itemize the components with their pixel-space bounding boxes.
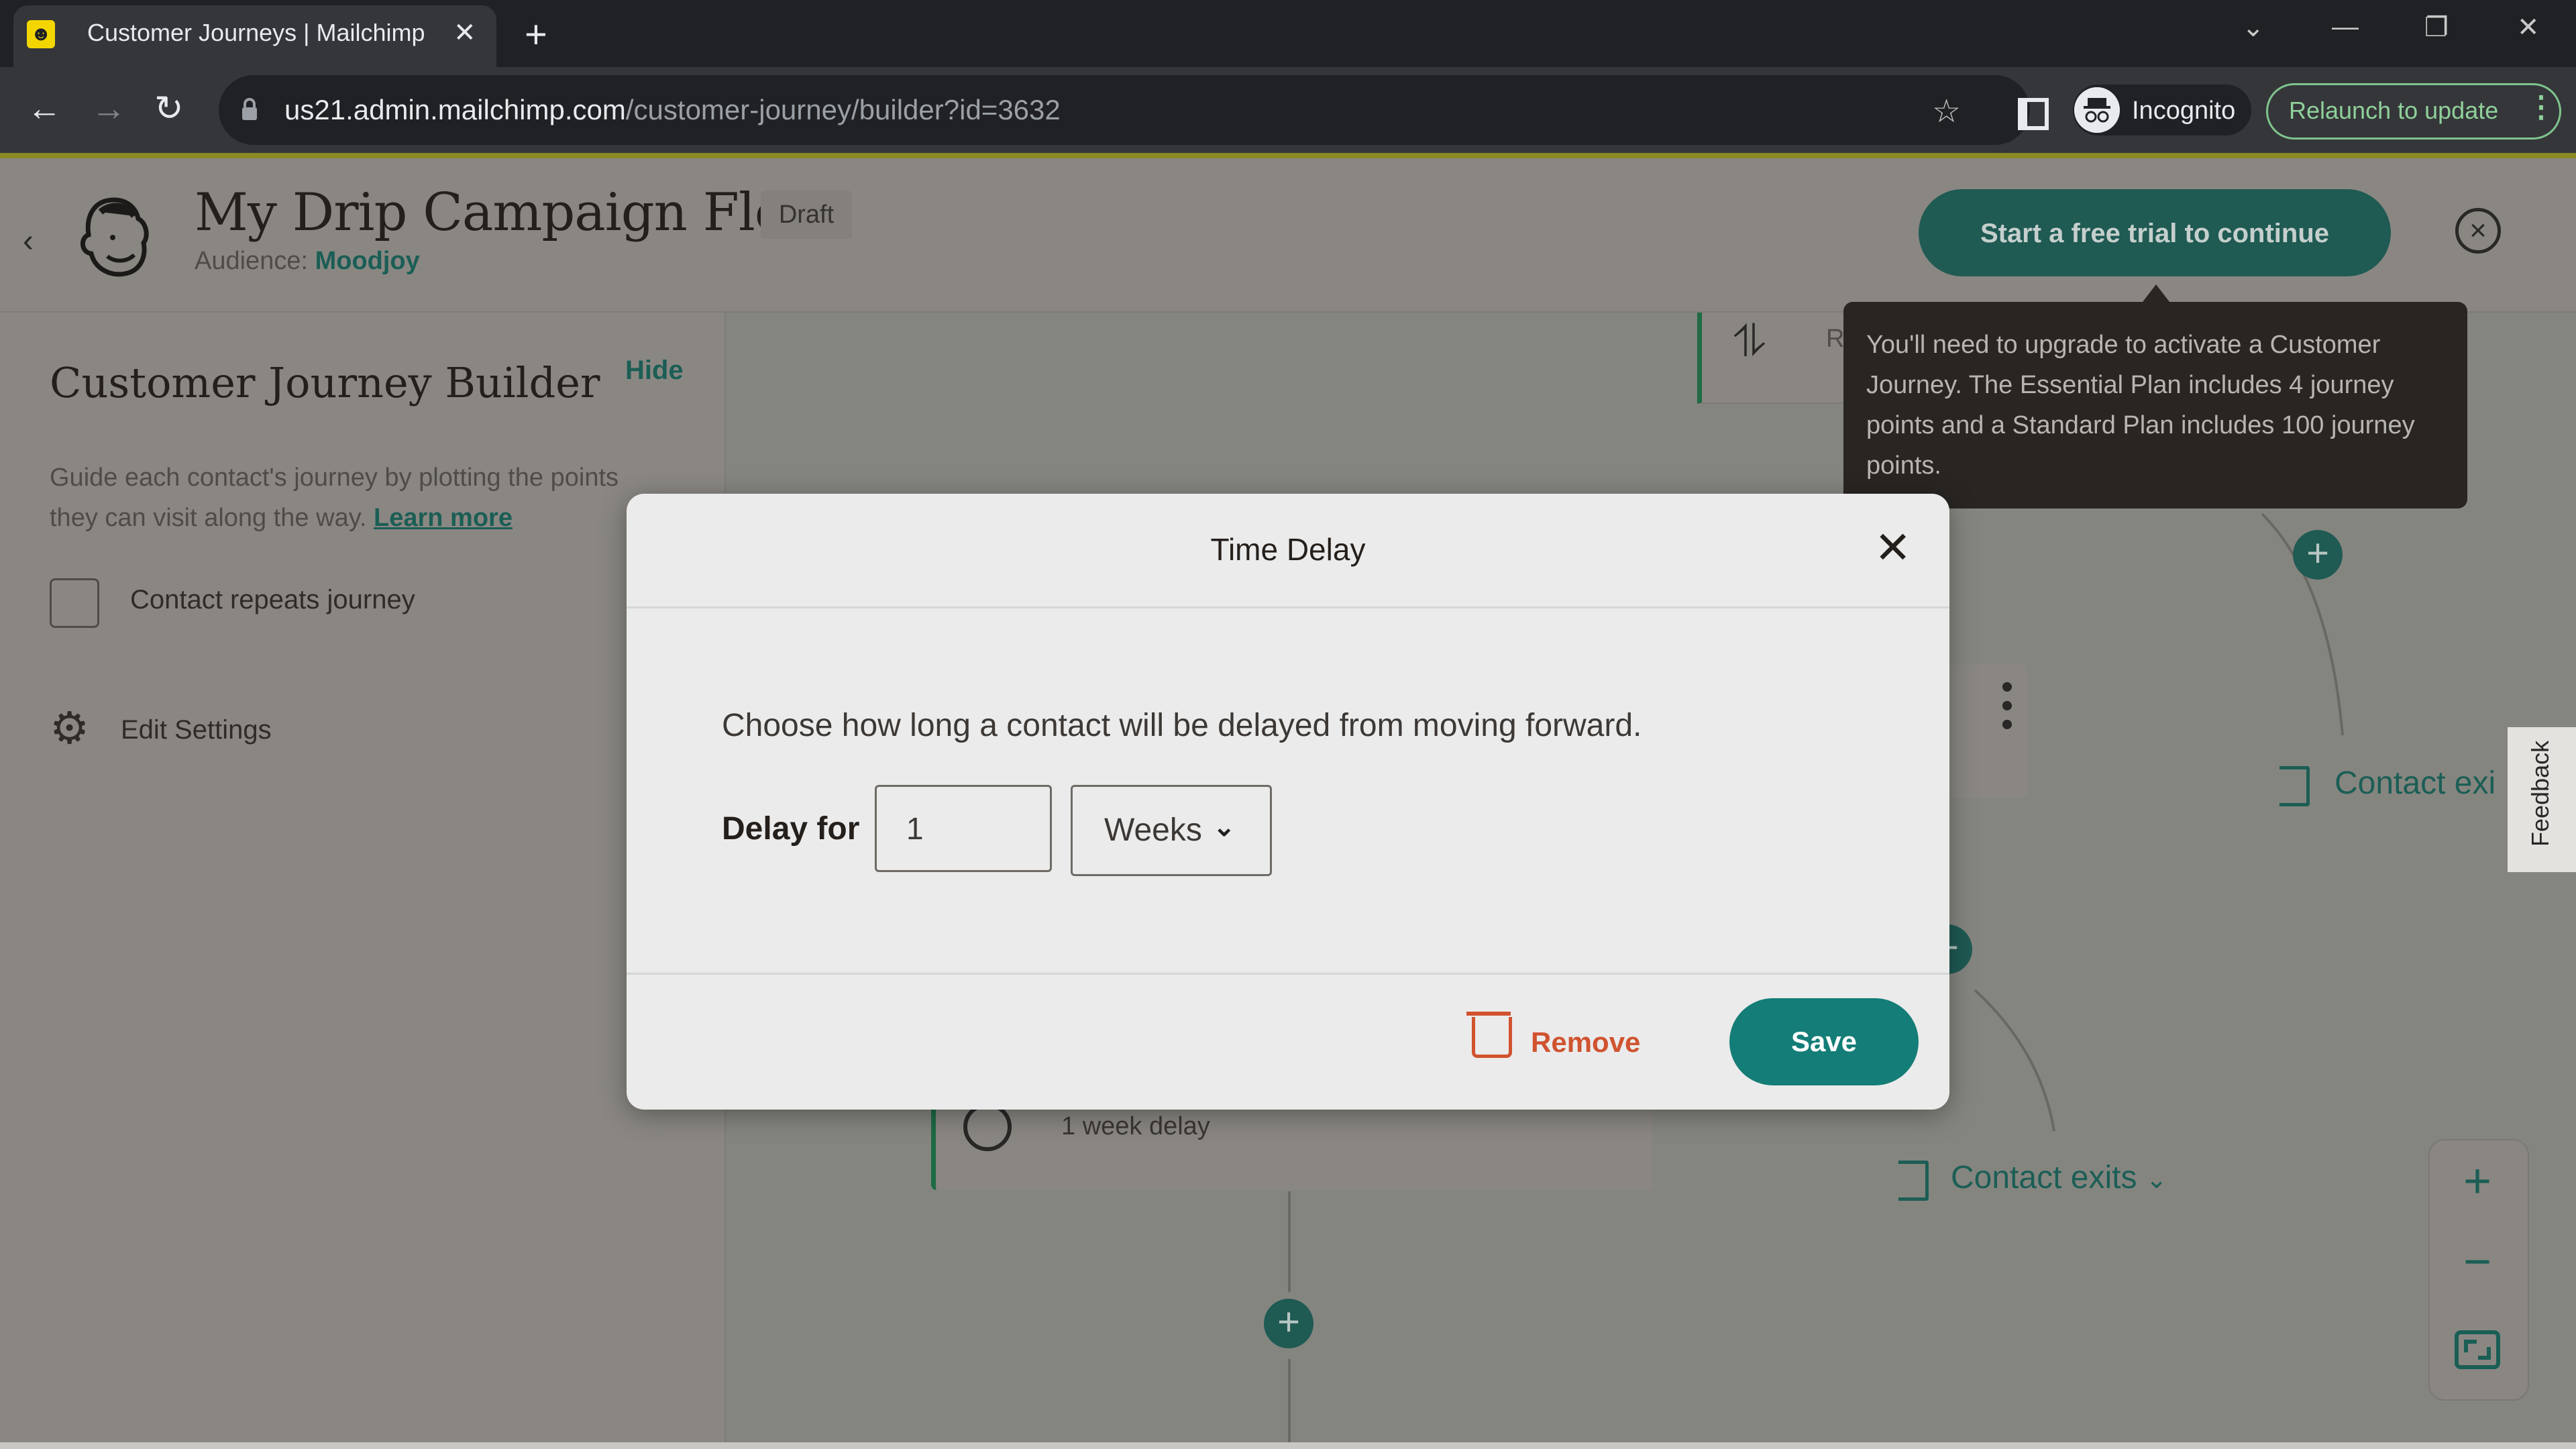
exit-door-icon <box>2279 766 2310 806</box>
learn-more-link[interactable]: Learn more <box>374 504 513 532</box>
tab-search-chevron-icon[interactable]: ⌄ <box>2242 12 2265 43</box>
repeat-journey-checkbox[interactable] <box>50 578 99 628</box>
zoom-in-plus-icon[interactable]: + <box>2428 1154 2526 1209</box>
sidebar-description: Guide each contact's journey by plotting… <box>50 458 653 538</box>
save-button[interactable]: Save <box>1729 998 1919 1085</box>
start-free-trial-button[interactable]: Start a free trial to continue <box>1919 189 2391 276</box>
delay-amount-input[interactable] <box>875 785 1052 872</box>
restore-icon[interactable]: ❐ <box>2424 12 2449 43</box>
chevron-down-icon: ⌄ <box>1213 812 1236 842</box>
trash-icon-lid <box>1466 1012 1511 1016</box>
reload-icon[interactable]: ↻ <box>154 89 184 129</box>
sidebar-description-text: Guide each contact's journey by plotting… <box>50 464 619 532</box>
relaunch-label: Relaunch to update <box>2289 97 2499 124</box>
chevron-down-icon: ⌄ <box>2145 1166 2167 1194</box>
page-title: My Drip Campaign Flow <box>195 182 830 243</box>
audience-line: Audience: Moodjoy <box>195 247 420 276</box>
gear-icon[interactable]: ⚙ <box>50 706 89 750</box>
incognito-label: Incognito <box>2132 97 2236 125</box>
feedback-label: Feedback <box>2526 740 2554 847</box>
fit-to-screen-icon[interactable] <box>2454 1330 2501 1370</box>
status-badge: Draft <box>761 191 852 239</box>
hide-sidebar-link[interactable]: Hide <box>625 356 684 386</box>
new-tab-icon[interactable]: + <box>525 12 547 57</box>
delay-for-label: Delay for <box>722 811 860 847</box>
contact-exits-text: Contact exits <box>1951 1160 2137 1195</box>
kebab-menu-icon[interactable]: ⋮ <box>2526 90 2556 124</box>
repeat-journey-label: Contact repeats journey <box>130 585 415 614</box>
back-arrow-icon[interactable]: ← <box>27 89 62 129</box>
incognito-icon <box>2074 87 2120 133</box>
url-host: us21.admin.mailchimp.com <box>284 94 626 125</box>
side-panel-icon[interactable] <box>2018 98 2049 130</box>
trash-icon[interactable] <box>1472 1017 1512 1058</box>
tooltip-arrow <box>2143 284 2169 302</box>
feedback-tab[interactable]: Feedback <box>2508 727 2576 872</box>
mailchimp-favicon-icon: ☻ <box>27 20 55 48</box>
add-step-plus-icon[interactable]: + <box>1264 1299 1313 1348</box>
bookmark-star-icon[interactable]: ☆ <box>1932 93 1961 130</box>
modal-divider <box>627 973 1949 975</box>
clock-icon <box>963 1103 1012 1151</box>
back-chevron-icon[interactable]: ‹ <box>23 223 34 260</box>
contact-exits-label[interactable]: Contact exits ⌄ <box>1951 1159 2167 1196</box>
contact-exits-label[interactable]: Contact exi <box>2334 765 2496 802</box>
add-step-plus-icon[interactable]: + <box>2293 530 2343 580</box>
url-path: /customer-journey/builder?id=3632 <box>625 94 1061 125</box>
upgrade-tooltip-text: You'll need to upgrade to activate a Cus… <box>1866 331 2415 480</box>
edit-settings-link[interactable]: Edit Settings <box>121 715 272 745</box>
modal-title: Time Delay <box>1210 532 1366 567</box>
modal-divider <box>627 606 1949 608</box>
split-node-label: R <box>1826 325 1845 353</box>
audience-link[interactable]: Moodjoy <box>315 247 420 275</box>
url-text[interactable]: us21.admin.mailchimp.com/customer-journe… <box>284 94 1061 126</box>
close-builder-icon[interactable]: × <box>2455 208 2501 254</box>
minimize-icon[interactable]: — <box>2332 12 2359 42</box>
modal-description: Choose how long a contact will be delaye… <box>722 708 1642 743</box>
horizontal-scrollbar[interactable] <box>0 1442 2576 1449</box>
audience-label: Audience: <box>195 247 309 275</box>
delay-unit-value: Weeks <box>1104 812 1202 848</box>
window-close-icon[interactable]: ✕ <box>2517 12 2540 43</box>
remove-button[interactable]: Remove <box>1531 1026 1640 1059</box>
exit-door-icon <box>1898 1161 1929 1201</box>
delay-node-label: 1 week delay <box>1061 1112 1210 1140</box>
journey-node[interactable] <box>1945 664 2027 798</box>
forward-arrow-icon[interactable]: → <box>91 89 126 129</box>
modal-close-icon[interactable]: ✕ <box>1874 522 1911 574</box>
split-arrows-icon: ⥮ <box>1733 316 1766 366</box>
tab-close-icon[interactable]: ✕ <box>453 17 476 48</box>
node-menu-kebab-icon[interactable]: • • • <box>2000 669 2014 742</box>
sidebar-title: Customer Journey Builder <box>50 358 600 407</box>
mailchimp-logo-icon <box>80 197 149 277</box>
lock-icon <box>242 98 257 120</box>
tab-title: Customer Journeys | Mailchimp <box>87 19 425 46</box>
page-load-accent-bar <box>0 153 2576 158</box>
zoom-out-minus-icon[interactable]: − <box>2428 1234 2526 1289</box>
